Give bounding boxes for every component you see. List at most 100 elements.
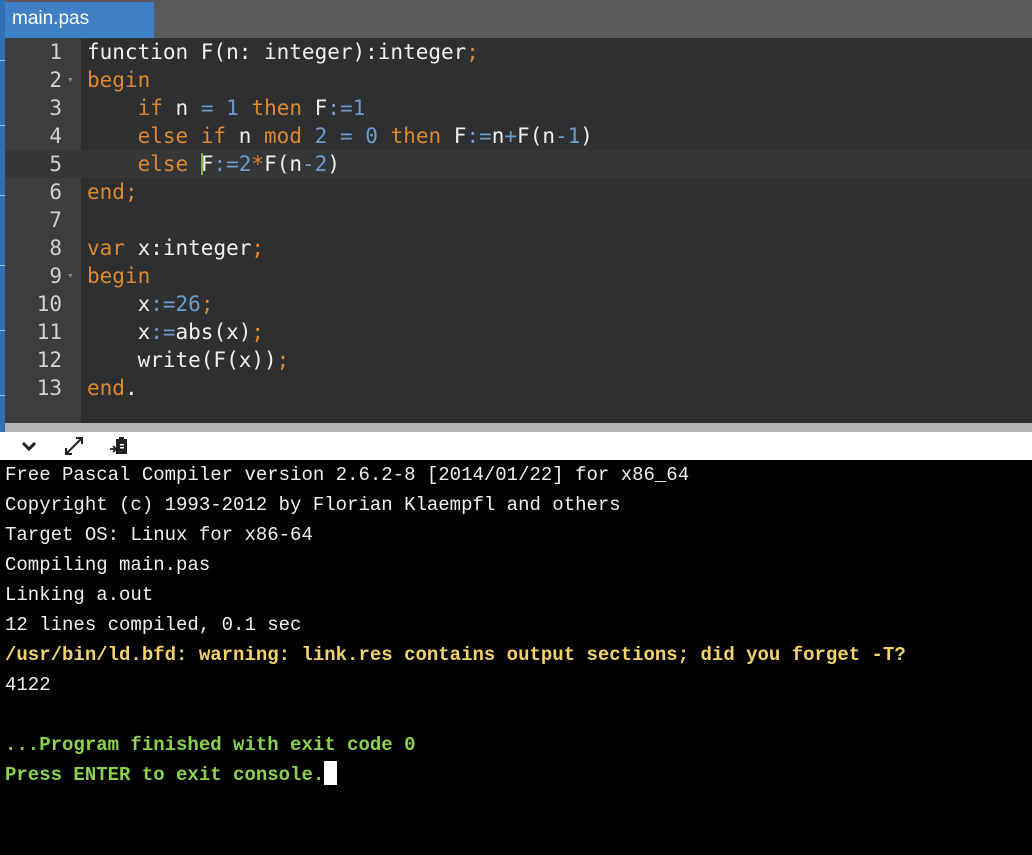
code-text: else F:=2*F(n-2): [87, 150, 340, 178]
code-token: write(F(x)): [87, 348, 277, 372]
code-line[interactable]: 6 end;: [5, 178, 1032, 206]
code-token: .: [124, 376, 138, 400]
console-line: Press ENTER to exit console.: [5, 760, 1032, 790]
code-token: +: [504, 124, 518, 148]
code-text: x:=abs(x);: [87, 318, 264, 346]
line-number: 11: [36, 320, 62, 344]
code-token: abs(x): [175, 320, 252, 344]
code-token: -: [554, 124, 568, 148]
code-line[interactable]: 4 else if n mod 2 = 0 then F:=n+F(n-1): [5, 122, 1032, 150]
code-token: x: [87, 292, 151, 316]
code-token: ;: [251, 236, 265, 260]
fold-toggle-icon[interactable]: ▾: [67, 66, 74, 94]
code-token: :=: [213, 152, 239, 176]
code-token: then: [390, 124, 442, 148]
console-line: Compiling main.pas: [5, 550, 1032, 580]
console-line: Linking a.out: [5, 580, 1032, 610]
code-token: F(n: [264, 152, 303, 176]
code-token: end: [87, 376, 125, 400]
editor-tab-bar: main.pas: [5, 0, 1032, 38]
console-line-text: ...Program finished with exit code 0: [5, 734, 416, 756]
line-number: 3: [49, 96, 62, 120]
code-token: then: [251, 96, 303, 120]
code-token: 26: [175, 292, 201, 316]
code-token: F: [200, 152, 214, 176]
code-line[interactable]: 5 else F:=2*F(n-2): [5, 150, 1032, 178]
code-token: ;: [251, 320, 265, 344]
code-line[interactable]: 7: [5, 206, 1032, 234]
clipboard-paste-icon[interactable]: [107, 434, 131, 458]
code-line[interactable]: 13 end.: [5, 374, 1032, 402]
code-line[interactable]: 3 if n = 1 then F:=1: [5, 94, 1032, 122]
console-line: 12 lines compiled, 0.1 sec: [5, 610, 1032, 640]
code-token: ): [327, 152, 340, 176]
code-token: ): [580, 124, 593, 148]
code-token: else if: [137, 124, 227, 148]
line-number: 6: [49, 180, 62, 204]
fold-toggle-icon[interactable]: ▾: [67, 262, 74, 290]
code-line[interactable]: 2 ▾ begin: [5, 66, 1032, 94]
line-number: 9: [49, 264, 62, 288]
code-token: :=: [327, 96, 353, 120]
console-line-text: Free Pascal Compiler version 2.6.2-8 [20…: [5, 464, 690, 486]
code-token: n: [491, 124, 505, 148]
console-output[interactable]: Free Pascal Compiler version 2.6.2-8 [20…: [0, 460, 1032, 855]
code-token: -: [302, 152, 315, 176]
code-text: write(F(x));: [87, 346, 290, 374]
code-token: :=: [150, 292, 176, 316]
code-token: :=: [466, 124, 492, 148]
console-line-text: Compiling main.pas: [5, 554, 211, 576]
code-line[interactable]: 11 x:=abs(x);: [5, 318, 1032, 346]
code-token: 1: [567, 124, 581, 148]
line-number: 12: [36, 348, 62, 372]
code-text: else if n mod 2 = 0 then F:=n+F(n-1): [87, 122, 593, 150]
code-token: else: [137, 152, 189, 176]
console-line: Copyright (c) 1993-2012 by Florian Klaem…: [5, 490, 1032, 520]
code-token: =: [339, 124, 353, 148]
chevron-down-icon[interactable]: [17, 434, 41, 458]
code-token: var: [87, 236, 125, 260]
expand-icon[interactable]: [62, 434, 86, 458]
line-number: 7: [49, 208, 62, 232]
console-line: /usr/bin/ld.bfd: warning: link.res conta…: [5, 640, 1032, 670]
code-token: ;: [200, 292, 214, 316]
code-line[interactable]: 8 var x:integer;: [5, 234, 1032, 262]
code-token: end: [87, 180, 125, 204]
tab-main-pas[interactable]: main.pas: [5, 2, 154, 38]
code-token: function F(n: integer):integer: [87, 40, 467, 64]
code-line[interactable]: 1 function F(n: integer):integer;: [5, 38, 1032, 66]
code-line[interactable]: 9 ▾ begin: [5, 262, 1032, 290]
code-token: 2: [238, 152, 252, 176]
code-token: ;: [466, 40, 479, 64]
line-number: 1: [49, 40, 62, 64]
code-line[interactable]: 12 write(F(x));: [5, 346, 1032, 374]
console-toolbar: [0, 432, 1032, 460]
code-token: *: [251, 152, 265, 176]
console-line-text: Target OS: Linux for x86-64: [5, 524, 313, 546]
code-token: ;: [276, 348, 290, 372]
console-line-text: 4122: [5, 674, 51, 696]
code-token: if: [137, 96, 163, 120]
code-token: 2: [314, 152, 328, 176]
panel-splitter[interactable]: [5, 423, 1032, 432]
code-editor[interactable]: 1 function F(n: integer):integer; 2 ▾ begin 3…: [5, 38, 1032, 423]
code-token: 1: [352, 96, 366, 120]
console-line-text: Linking a.out: [5, 584, 154, 606]
code-line[interactable]: 10 x:=26;: [5, 290, 1032, 318]
code-text: begin: [87, 262, 150, 290]
line-number: 5: [49, 152, 62, 176]
code-token: x: [87, 320, 151, 344]
code-text: var x:integer;: [87, 234, 264, 262]
code-text: x:=26;: [87, 290, 214, 318]
line-number: 4: [49, 124, 62, 148]
code-text: end.: [87, 374, 138, 402]
code-token: mod: [264, 124, 302, 148]
